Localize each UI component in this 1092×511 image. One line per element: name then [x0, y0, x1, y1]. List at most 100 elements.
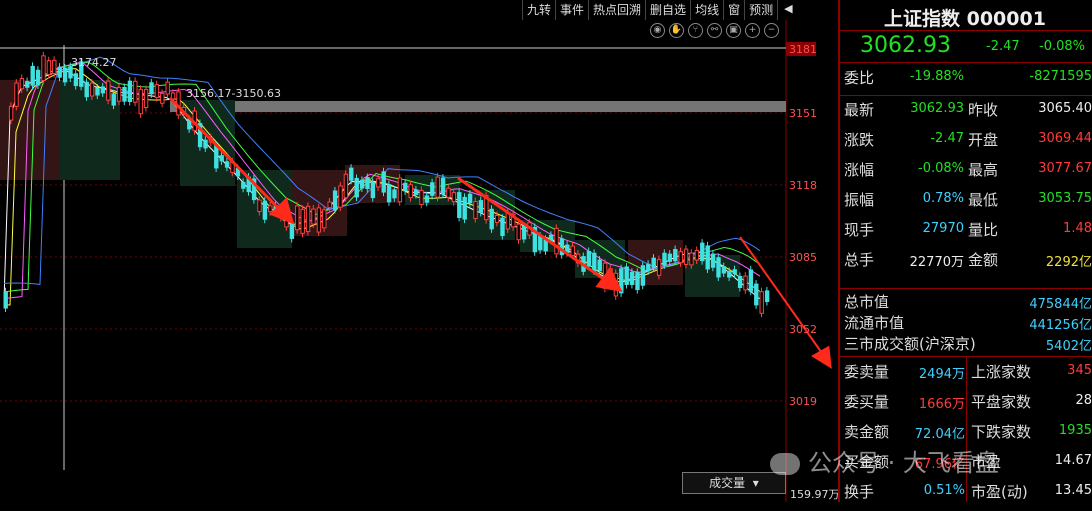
- fork-icon[interactable]: ⑂: [688, 23, 703, 38]
- eye-icon[interactable]: ◉: [650, 23, 665, 38]
- top-toolbar: 九转 事件 热点回溯 删自选 均线 窗 预测 ◀: [522, 0, 799, 20]
- candle-body: [343, 173, 349, 199]
- row-value: 1.48: [1063, 221, 1092, 236]
- candle-body: [160, 92, 165, 104]
- row-value: 3065.40: [1038, 101, 1092, 116]
- collapse-arrow-icon[interactable]: ◀: [777, 0, 798, 20]
- candle-body: [73, 73, 79, 87]
- resistance-band: [170, 101, 786, 112]
- candle-body: [710, 253, 716, 268]
- candle-body: [397, 177, 403, 203]
- candle-body: [289, 222, 295, 239]
- candle-body: [624, 266, 629, 285]
- candle-body: [629, 271, 635, 285]
- candle-body: [662, 252, 667, 266]
- market-row: 三市成交额(沪深京) 5402亿: [840, 333, 1092, 354]
- toolbar-button[interactable]: 窗: [723, 0, 744, 20]
- row-label: 下跌家数: [971, 423, 1032, 441]
- candle-body: [257, 199, 262, 212]
- candle-body: [165, 81, 170, 95]
- candle-body: [478, 200, 484, 213]
- candle-body: [392, 189, 397, 199]
- toolbar-button[interactable]: 均线: [690, 0, 723, 20]
- row-value: -0.08%: [918, 161, 964, 176]
- candle-body: [241, 181, 246, 189]
- candle-body: [716, 257, 721, 278]
- row-value: 441256亿: [1029, 318, 1092, 333]
- candle-body: [694, 249, 700, 261]
- row-label: 昨收: [968, 101, 999, 119]
- market-row: 总市值 475844亿: [840, 291, 1092, 312]
- toolbar-button[interactable]: 预测: [744, 0, 777, 20]
- row-label: 金额: [968, 251, 999, 269]
- candle-body: [3, 291, 8, 309]
- quote-row: 最新 3062.93 昨收 3065.40: [840, 99, 1092, 129]
- hand-icon[interactable]: ✋: [669, 23, 684, 38]
- market-row: 流通市值 441256亿: [840, 312, 1092, 333]
- candle-body: [548, 234, 554, 241]
- current-price: 3062.93: [860, 33, 951, 58]
- candle-body: [732, 269, 737, 275]
- toolbar-button[interactable]: 删自选: [645, 0, 690, 20]
- candle-body: [403, 182, 408, 192]
- row-value: 345: [1067, 363, 1092, 378]
- candle-body: [721, 266, 727, 274]
- candle-body: [133, 80, 138, 103]
- row-value: 1666万: [918, 397, 965, 412]
- candle-body: [743, 275, 748, 291]
- candle-body: [737, 275, 743, 288]
- candle-body: [376, 178, 381, 188]
- tick-label: 3085: [789, 251, 817, 264]
- zoom-out-icon[interactable]: −: [764, 23, 779, 38]
- candle-body: [154, 84, 160, 98]
- candle-body: [408, 184, 413, 199]
- toolbar-button[interactable]: 九转: [522, 0, 555, 20]
- candle-body: [359, 179, 365, 189]
- row-label: 量比: [968, 221, 999, 239]
- candle-body: [754, 283, 759, 306]
- row-label: 换手: [844, 483, 875, 501]
- candlestick-chart[interactable]: 3181 3151 3118 3085 3052 3019 3174.27 31…: [0, 0, 838, 502]
- candle-body: [46, 60, 52, 75]
- candle-body: [700, 242, 705, 262]
- candle-body: [651, 257, 656, 269]
- row-label: 市盈(动): [971, 483, 1028, 501]
- candle-body: [143, 88, 149, 109]
- wechat-icon: [770, 453, 800, 475]
- row-value: 0.78%: [922, 191, 964, 206]
- candle-body: [764, 290, 770, 303]
- row-label: 委比: [844, 69, 875, 87]
- zoom-in-icon[interactable]: +: [745, 23, 760, 38]
- candle-body: [683, 248, 689, 265]
- candle-body: [100, 86, 106, 94]
- candle-body: [473, 201, 478, 220]
- row-value: 5402亿: [1045, 339, 1092, 354]
- candle-body: [111, 93, 116, 106]
- candle-body: [35, 69, 41, 86]
- link-icon[interactable]: ⚯: [707, 23, 722, 38]
- row-label: 平盘家数: [971, 393, 1032, 411]
- candle-body: [430, 182, 435, 196]
- candle-body: [516, 223, 521, 241]
- row-label: 开盘: [968, 131, 999, 149]
- candle-body: [122, 86, 127, 102]
- candle-body: [338, 185, 343, 208]
- toolbar-button[interactable]: 热点回溯: [588, 0, 645, 20]
- tick-label: 3052: [789, 323, 817, 336]
- candle-body: [305, 205, 311, 233]
- candle-body: [95, 87, 100, 96]
- candle-body: [386, 184, 392, 203]
- candle-body: [689, 252, 694, 266]
- candle-body: [597, 259, 602, 272]
- row-label: 最高: [968, 161, 999, 179]
- tick-label: 3118: [789, 179, 817, 192]
- candle-body: [25, 81, 30, 88]
- row-value: 2494万: [918, 367, 965, 382]
- row-label: 委买量: [844, 393, 890, 411]
- lock-icon[interactable]: ▣: [726, 23, 741, 38]
- candle-body: [646, 263, 651, 272]
- row-value: 3053.75: [1038, 191, 1092, 206]
- toolbar-button[interactable]: 事件: [555, 0, 588, 20]
- quote-row: 涨跌 -2.47 开盘 3069.44: [840, 129, 1092, 159]
- candle-body: [489, 208, 494, 230]
